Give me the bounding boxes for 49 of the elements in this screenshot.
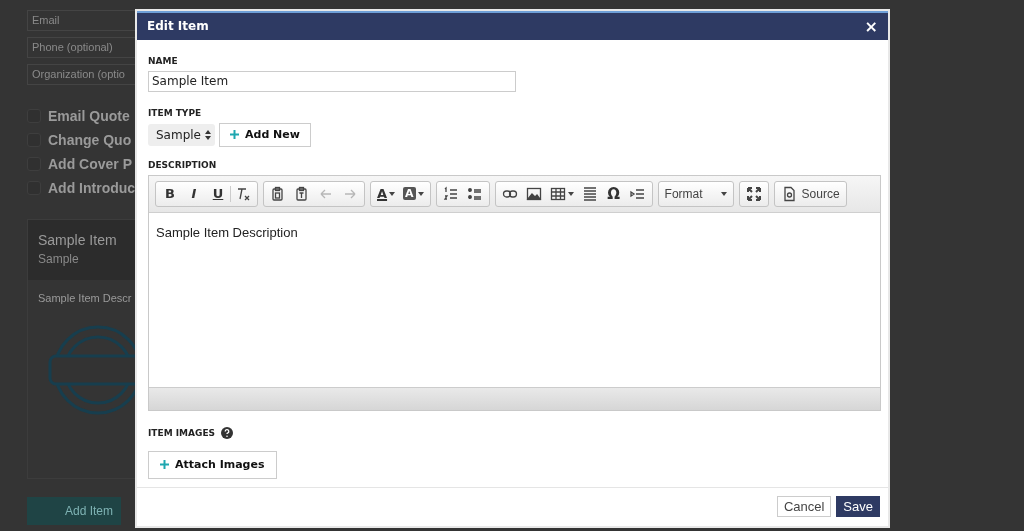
item-type: Sample <box>38 252 80 266</box>
numbered-list-icon <box>442 185 459 202</box>
table-icon <box>549 185 566 202</box>
caret-icon <box>720 191 727 196</box>
maximize-icon <box>745 185 762 202</box>
option-label: Add Introduc <box>48 180 135 196</box>
attach-images-button[interactable]: Attach Images <box>148 450 277 479</box>
field-label: DESCRIPTION <box>148 159 218 170</box>
add-new-button[interactable]: Add New <box>219 122 311 147</box>
help-icon[interactable] <box>221 426 233 439</box>
option-label: Add Cover P <box>48 156 132 172</box>
field-label: ITEM TYPE <box>148 107 203 118</box>
cancel-button[interactable]: Cancel <box>776 496 832 518</box>
text-color-button[interactable]: A <box>373 182 400 205</box>
plus-icon <box>160 460 169 470</box>
option-label: Email Quote <box>48 108 130 124</box>
clear-format-icon <box>235 185 251 202</box>
clipboard-icon <box>270 185 286 202</box>
save-button[interactable]: Save <box>836 496 880 518</box>
clipboard-icon <box>294 185 310 202</box>
caret-icon <box>567 191 574 196</box>
special-character-button[interactable]: Ω <box>601 182 626 205</box>
field-label: NAME <box>148 55 179 66</box>
sort-arrows-icon <box>205 129 211 140</box>
editor-area[interactable]: Sample Item Description <box>149 212 880 387</box>
item-type-select[interactable]: Sample <box>148 123 215 146</box>
caret-icon <box>389 191 396 196</box>
horizontal-lines-icon <box>581 185 598 202</box>
text-field[interactable]: Organization (optio <box>27 64 135 85</box>
dialog-title: Edit Item <box>147 19 209 34</box>
bold-button[interactable]: B <box>158 182 182 205</box>
option-label: Change Quo <box>48 132 132 148</box>
background-color-button[interactable]: A <box>399 182 428 205</box>
source-button[interactable]: Source <box>776 182 844 205</box>
editor-text: Sample Item Description <box>156 224 299 240</box>
close-button[interactable]: × <box>864 16 878 36</box>
text-field[interactable]: Phone (optional) <box>27 37 135 58</box>
italic-button[interactable]: I <box>182 182 206 205</box>
item-title: Sample Item <box>38 232 118 248</box>
text-field[interactable]: Email <box>27 10 135 31</box>
image-icon <box>525 185 542 202</box>
underline-button[interactable]: U <box>206 182 230 205</box>
name-input[interactable]: Sample Item <box>148 70 516 92</box>
bulleted-list-icon <box>466 185 483 202</box>
field-label: ITEM IMAGES <box>148 427 215 438</box>
add-item-button[interactable]: Add Item <box>27 497 121 525</box>
format-dropdown[interactable]: Format <box>660 182 731 205</box>
caret-icon <box>417 191 424 196</box>
item-description: Sample Item Descr <box>37 291 133 306</box>
